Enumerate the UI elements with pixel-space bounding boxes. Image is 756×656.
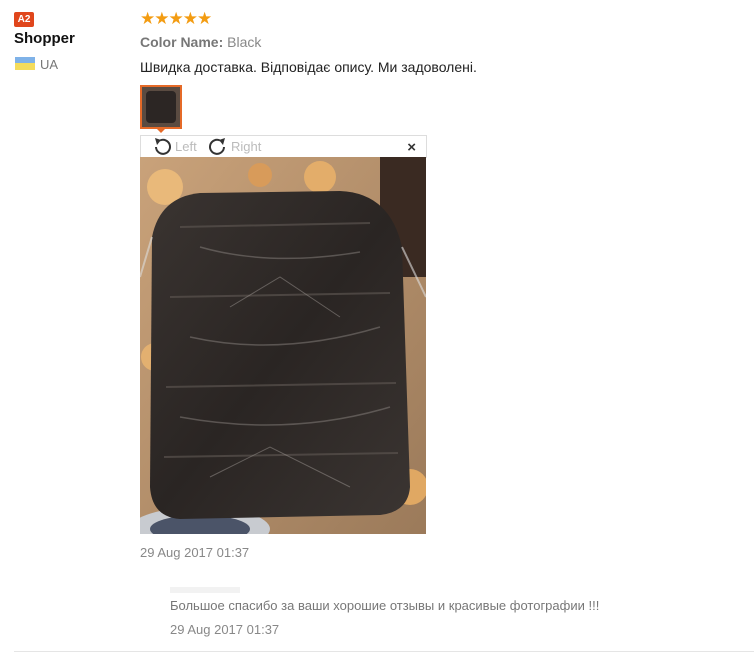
color-attribute: Color Name: Black [140,34,261,50]
reviewer-country: UA [40,57,59,72]
reply-header [170,587,240,593]
review-photo [140,157,426,534]
color-label: Color Name: [140,34,224,50]
rotate-left-button[interactable]: Left [175,139,197,154]
color-value: Black [227,34,262,50]
rotate-right-icon[interactable] [207,136,229,158]
image-viewer-toolbar: Left Right × [140,135,427,158]
reviewer-name: Shopper [14,30,75,47]
photo-thumbnail[interactable] [140,85,182,129]
rotate-left-icon[interactable] [151,136,173,158]
close-icon[interactable]: × [407,139,416,156]
ukraine-flag-icon [15,57,35,70]
review-text: Швидка доставка. Відповідає опису. Ми за… [140,59,477,75]
thumbnail-pointer [155,127,167,133]
star-rating: ★★★★★ [140,9,212,28]
level-badge: A2 [14,12,34,27]
rotate-right-button[interactable]: Right [231,139,261,154]
reply-date: 29 Aug 2017 01:37 [170,622,280,637]
review-date: 29 Aug 2017 01:37 [140,545,250,560]
divider [14,651,754,652]
seller-reply-text: Большое спасибо за ваши хорошие отзывы и… [170,598,600,613]
